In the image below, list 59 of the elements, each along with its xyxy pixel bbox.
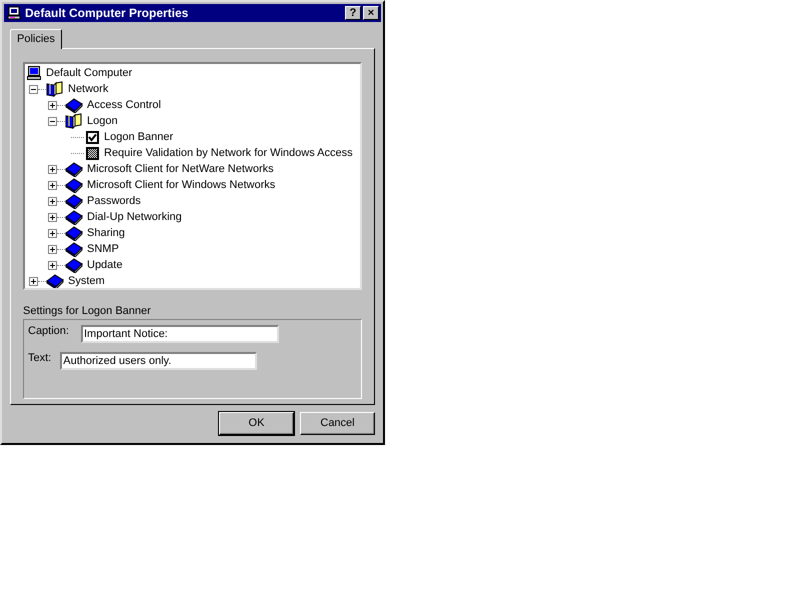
policy-checkbox[interactable] (86, 130, 99, 144)
tree-item[interactable]: Access Control (86, 96, 162, 114)
tree-item[interactable]: Logon (86, 112, 119, 130)
field-label: Caption: (28, 324, 69, 338)
open-book-icon (46, 81, 64, 97)
tree-item[interactable]: Dial-Up Networking (86, 208, 183, 226)
expand-button[interactable] (48, 180, 57, 190)
expand-button[interactable] (48, 164, 57, 174)
expand-button[interactable] (48, 212, 57, 222)
expand-button[interactable] (48, 196, 57, 206)
policy-checkbox[interactable] (86, 146, 99, 160)
plus-icon (49, 214, 56, 220)
expand-button[interactable] (29, 276, 38, 286)
expand-button[interactable] (48, 244, 57, 254)
tree-item[interactable]: SNMP (86, 240, 120, 258)
collapse-button[interactable] (48, 116, 57, 126)
field-label: Text: (28, 351, 52, 365)
tab[interactable]: Policies (10, 29, 62, 49)
text-field[interactable]: Important Notice: (80, 325, 279, 343)
book-icon (65, 177, 83, 193)
close-button[interactable]: × (363, 6, 379, 20)
book-icon (65, 209, 83, 225)
expand-button[interactable] (48, 260, 57, 270)
book-icon (65, 257, 83, 273)
collapse-button[interactable] (29, 84, 38, 94)
plus-icon (49, 262, 56, 268)
ok-button[interactable]: OK (219, 412, 294, 435)
expand-button[interactable] (48, 100, 57, 110)
plus-icon (49, 166, 56, 172)
tree-item[interactable]: System (67, 272, 106, 288)
computer-icon (26, 65, 42, 81)
tree-item[interactable]: Network (67, 80, 110, 98)
settings-heading: Settings for Logon Banner (23, 304, 151, 318)
tree-item[interactable]: Default Computer (45, 64, 134, 82)
tree-item[interactable]: Require Validation by Network for Windows Access (103, 144, 354, 162)
plus-icon (49, 230, 56, 236)
plus-icon (49, 198, 56, 204)
tree-item[interactable]: Passwords (86, 192, 142, 210)
tree-item[interactable]: Logon Banner (103, 128, 174, 146)
cancel-button[interactable]: Cancel (300, 412, 375, 435)
book-icon (65, 97, 83, 113)
book-icon (65, 193, 83, 209)
book-icon (65, 241, 83, 257)
tree-item[interactable]: Sharing (86, 224, 126, 242)
plus-icon (49, 102, 56, 108)
tree-item[interactable]: Microsoft Client for NetWare Networks (86, 160, 275, 178)
check-mark-icon (88, 132, 97, 142)
tree-item[interactable]: Microsoft Client for Windows Networks (86, 176, 276, 194)
book-icon (65, 225, 83, 241)
plus-icon (49, 246, 56, 252)
plus-icon (49, 182, 56, 188)
expand-button[interactable] (48, 228, 57, 238)
plus-icon (30, 278, 37, 284)
text-field[interactable]: Authorized users only. (60, 352, 258, 370)
window-title: Default Computer Properties (25, 5, 190, 22)
tree-item[interactable]: Update (86, 256, 124, 274)
open-book-icon (65, 113, 83, 129)
help-button[interactable]: ? (345, 6, 361, 20)
book-icon (65, 161, 83, 177)
